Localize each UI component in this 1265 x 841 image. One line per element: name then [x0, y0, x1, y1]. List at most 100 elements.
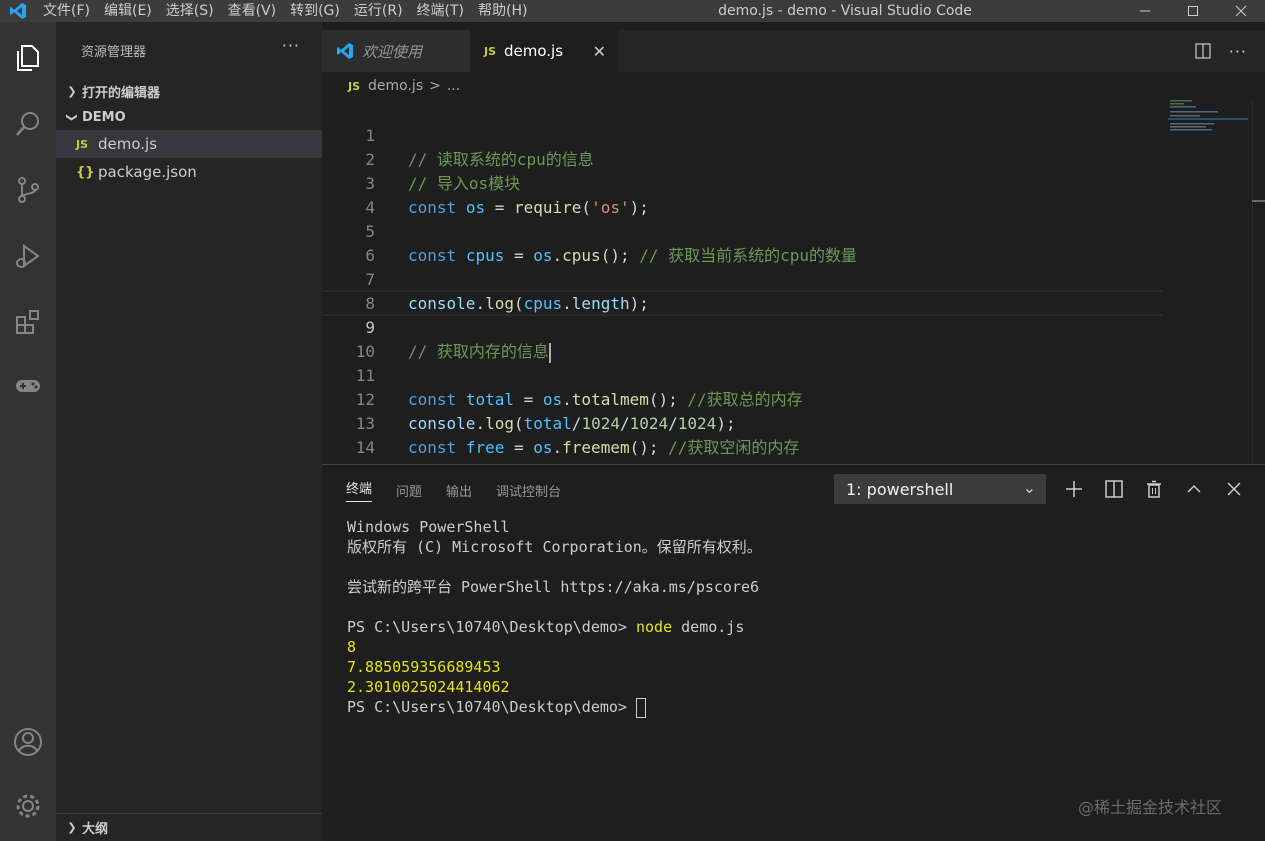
explorer-sidebar: 资源管理器 ··· ❯ 打开的编辑器 ❯ DEMO JS demo.js {} …: [56, 22, 322, 841]
breadcrumb: JS demo.js > ...: [322, 72, 1265, 100]
run-debug-button[interactable]: [0, 228, 56, 284]
source-control-button[interactable]: [0, 162, 56, 218]
close-panel-button[interactable]: [1224, 479, 1244, 499]
menu-file[interactable]: 文件(F): [36, 0, 97, 22]
menu-selection[interactable]: 选择(S): [159, 0, 221, 22]
tab-output[interactable]: 输出: [446, 481, 472, 500]
more-actions-icon[interactable]: ···: [1229, 42, 1247, 61]
open-editors-section[interactable]: ❯ 打开的编辑器: [56, 78, 322, 104]
remote-gamepad-button[interactable]: [0, 358, 56, 414]
code-editor[interactable]: 1 // 读取系统的cpu的信息 2 // 导入os模块 3 const os …: [322, 100, 1252, 481]
javascript-file-icon: JS: [348, 79, 361, 93]
maximize-panel-button[interactable]: [1184, 479, 1204, 499]
editor-actions: ···: [1195, 30, 1247, 72]
search-button[interactable]: [0, 96, 56, 152]
terminal-line: PS C:\Users\10740\Desktop\demo> node dem…: [347, 618, 745, 636]
terminal-line: 尝试新的跨平台 PowerShell https://aka.ms/pscore…: [347, 578, 760, 596]
code-line: 1 // 读取系统的cpu的信息: [322, 100, 1252, 169]
menu-run[interactable]: 运行(R): [347, 0, 410, 22]
kill-terminal-button[interactable]: [1144, 479, 1164, 499]
more-actions-icon[interactable]: ···: [282, 36, 300, 55]
terminal-line: PS C:\Users\10740\Desktop\demo>: [347, 697, 762, 718]
panel-tabs: 终端 问题 输出 调试控制台: [346, 475, 561, 505]
terminal-line: 2.3010025024414062: [347, 678, 510, 696]
terminal-output[interactable]: Windows PowerShell 版权所有 (C) Microsoft Co…: [347, 517, 762, 718]
code-line: 14 console.log(free/1024/1024/1024);: [322, 412, 1252, 481]
code-line: 10: [322, 316, 1252, 361]
terminal-cursor: [635, 697, 646, 718]
line-number: 14: [355, 438, 375, 457]
chevron-down-icon: ❯: [65, 112, 79, 122]
chevron-right-icon: ❯: [67, 821, 77, 834]
split-editor-icon[interactable]: [1195, 43, 1211, 59]
open-editors-label: 打开的编辑器: [82, 85, 161, 101]
vscode-logo-icon: [0, 0, 36, 22]
current-code-line: 9 // 获取内存的信息: [322, 290, 1162, 363]
sidebar-header: 资源管理器 ···: [56, 22, 322, 78]
terminal-line: 版权所有 (C) Microsoft Corporation。保留所有权利。: [347, 538, 762, 556]
run-debug-icon: [16, 244, 40, 268]
file-name: package.json: [98, 163, 197, 181]
title-bar: 文件(F) 编辑(E) 选择(S) 查看(V) 转到(G) 运行(R) 终端(T…: [0, 0, 1265, 22]
tab-welcome[interactable]: 欢迎使用: [322, 30, 470, 72]
vscode-logo-icon: [337, 43, 353, 59]
terminal-line: 8: [347, 638, 357, 656]
chevron-down-icon: ⌄: [1022, 478, 1036, 497]
scrollbar-cursor-mark: [1252, 200, 1265, 202]
terminal-line: 7.885059356689453: [347, 658, 501, 676]
extensions-button[interactable]: [0, 294, 56, 350]
maximize-icon: [1188, 6, 1198, 16]
maximize-button[interactable]: [1169, 0, 1217, 22]
breadcrumb-file[interactable]: demo.js: [368, 78, 423, 94]
code-line: 4: [322, 172, 1252, 217]
breadcrumb-symbol[interactable]: ...: [447, 78, 460, 94]
menu-view[interactable]: 查看(V): [221, 0, 284, 22]
file-item-demo-js[interactable]: JS demo.js: [56, 130, 322, 158]
minimize-button[interactable]: [1121, 0, 1169, 22]
outline-label: 大纲: [82, 822, 109, 837]
menu-go[interactable]: 转到(G): [283, 0, 347, 22]
close-icon: [1227, 482, 1241, 496]
file-item-package-json[interactable]: {} package.json: [56, 158, 322, 186]
minimap[interactable]: [1168, 100, 1248, 140]
chevron-right-icon: ❯: [67, 84, 77, 98]
window-controls: [1121, 0, 1265, 22]
code-line: 11 const total = os.totalmem(); //获取总的内存: [322, 340, 1252, 409]
outline-section[interactable]: ❯ 大纲: [56, 813, 322, 841]
split-icon: [1105, 480, 1123, 498]
tab-demo-js[interactable]: JS demo.js ✕: [470, 30, 618, 72]
tab-debug-console[interactable]: 调试控制台: [496, 481, 561, 500]
explorer-button[interactable]: [0, 30, 56, 86]
close-window-button[interactable]: [1217, 0, 1265, 22]
folder-section[interactable]: ❯ DEMO: [56, 104, 322, 130]
files-icon: [17, 45, 39, 71]
close-tab-icon[interactable]: ✕: [593, 42, 606, 61]
minimize-icon: [1140, 10, 1150, 12]
editor-scrollbar[interactable]: [1252, 100, 1265, 464]
menu-terminal[interactable]: 终端(T): [410, 0, 471, 22]
search-icon: [16, 112, 39, 136]
tab-label: demo.js: [504, 42, 564, 60]
terminal-select[interactable]: 1: powershell ⌄: [834, 474, 1046, 504]
terminal-line: Windows PowerShell: [347, 518, 510, 536]
tab-problems[interactable]: 问题: [396, 481, 422, 500]
activity-bar: [0, 22, 56, 841]
gear-icon: [16, 794, 40, 818]
menu-help[interactable]: 帮助(H): [471, 0, 534, 22]
manage-button[interactable]: [0, 778, 56, 834]
code-line: 5 const cpus = os.cpus(); // 获取当前系统的cpu的…: [322, 196, 1252, 265]
gamepad-icon: [16, 380, 40, 392]
extensions-icon: [16, 310, 39, 334]
terminal-select-value: 1: powershell: [846, 479, 954, 499]
new-terminal-button[interactable]: [1064, 479, 1084, 499]
split-terminal-button[interactable]: [1104, 479, 1124, 499]
bottom-panel: 终端 问题 输出 调试控制台 1: powershell ⌄ Windows P…: [322, 464, 1265, 841]
code-line: 6: [322, 220, 1252, 265]
panel-actions: [1064, 474, 1244, 504]
accounts-button[interactable]: [0, 714, 56, 770]
minimap-preview: [1168, 100, 1248, 131]
menu-edit[interactable]: 编辑(E): [97, 0, 159, 22]
tab-terminal[interactable]: 终端: [346, 478, 373, 502]
tab-label: 欢迎使用: [362, 42, 423, 61]
